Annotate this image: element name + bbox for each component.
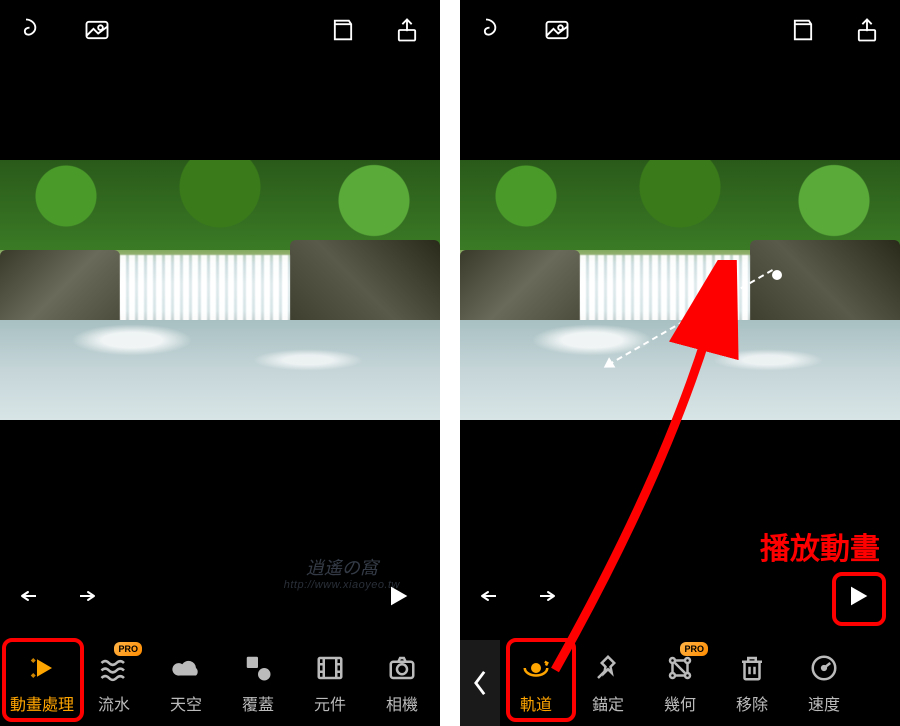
undo-button[interactable] bbox=[478, 586, 504, 611]
share-icon[interactable] bbox=[392, 15, 422, 45]
tool-label: 相機 bbox=[386, 691, 418, 715]
bottom-toolbar: 動畫處理流水 PRO 天空 覆蓋 元件 相機 bbox=[0, 640, 440, 726]
tool-label: 軌道 bbox=[520, 691, 552, 715]
camera-icon bbox=[385, 651, 419, 685]
cloud-icon bbox=[169, 651, 203, 685]
wave-icon bbox=[97, 651, 131, 685]
tool-label: 覆蓋 bbox=[242, 691, 274, 715]
tool-camera[interactable]: 相機 bbox=[366, 640, 438, 726]
play-button[interactable] bbox=[838, 576, 878, 616]
tool-remove[interactable]: 移除 bbox=[716, 640, 788, 726]
screen-left: 逍遙の窩 http://www.xiaoyeo.tw 動畫處理流水PRO天空覆蓋… bbox=[0, 0, 440, 726]
tool-element[interactable]: 元件 bbox=[294, 640, 366, 726]
play-button[interactable] bbox=[378, 576, 418, 616]
tool-water[interactable]: 流水 PRO bbox=[78, 640, 150, 726]
album-icon[interactable] bbox=[788, 15, 818, 45]
canvas-area[interactable] bbox=[460, 160, 900, 420]
tool-label: 移除 bbox=[736, 691, 768, 715]
gauge-icon bbox=[807, 651, 841, 685]
tool-sky[interactable]: 天空 bbox=[150, 640, 222, 726]
pin-icon bbox=[591, 651, 625, 685]
pro-badge: PRO bbox=[680, 642, 708, 656]
topbar bbox=[0, 0, 440, 60]
orbit-icon bbox=[519, 651, 553, 685]
watermark-title: 逍遙の窩 bbox=[306, 558, 378, 578]
graph-icon bbox=[663, 651, 697, 685]
redo-button[interactable] bbox=[72, 586, 98, 611]
annotation-play-label: 播放動畫 bbox=[760, 524, 880, 568]
tool-geom[interactable]: 幾何 PRO bbox=[644, 640, 716, 726]
tool-label: 元件 bbox=[314, 691, 346, 715]
undo-button[interactable] bbox=[18, 586, 44, 611]
pro-badge: PRO bbox=[114, 642, 142, 656]
redo-button[interactable] bbox=[532, 586, 558, 611]
photo-icon[interactable] bbox=[82, 15, 112, 45]
tool-label: 流水 bbox=[98, 691, 130, 715]
share-icon[interactable] bbox=[852, 15, 882, 45]
swirl-icon[interactable] bbox=[478, 15, 508, 45]
tool-anchor[interactable]: 錨定 bbox=[572, 640, 644, 726]
tool-label: 天空 bbox=[170, 691, 202, 715]
topbar bbox=[460, 0, 900, 60]
tool-label: 速度 bbox=[808, 691, 840, 715]
undo-redo-group bbox=[478, 586, 558, 611]
photo-icon[interactable] bbox=[542, 15, 572, 45]
tool-label: 幾何 bbox=[664, 691, 696, 715]
film-icon bbox=[313, 651, 347, 685]
back-button[interactable] bbox=[460, 640, 500, 726]
sparkle-play-icon bbox=[25, 651, 59, 685]
tool-label: 錨定 bbox=[592, 691, 624, 715]
album-icon[interactable] bbox=[328, 15, 358, 45]
tool-overlay[interactable]: 覆蓋 bbox=[222, 640, 294, 726]
tool-track[interactable]: 軌道 bbox=[500, 640, 572, 726]
tool-label: 動畫處理 bbox=[10, 691, 74, 715]
undo-redo-group bbox=[18, 586, 98, 611]
trajectory-start-dot[interactable] bbox=[772, 270, 782, 280]
swirl-icon[interactable] bbox=[18, 15, 48, 45]
shapes-icon bbox=[241, 651, 275, 685]
tool-animation[interactable]: 動畫處理 bbox=[6, 640, 78, 726]
trash-icon bbox=[735, 651, 769, 685]
canvas-area[interactable] bbox=[0, 160, 440, 420]
screen-right: 軌道 錨定 幾何 PRO 移除 速度 播放動畫 bbox=[460, 0, 900, 726]
bottom-toolbar: 軌道 錨定 幾何 PRO 移除 速度 bbox=[460, 640, 900, 726]
tool-speed[interactable]: 速度 bbox=[788, 640, 860, 726]
